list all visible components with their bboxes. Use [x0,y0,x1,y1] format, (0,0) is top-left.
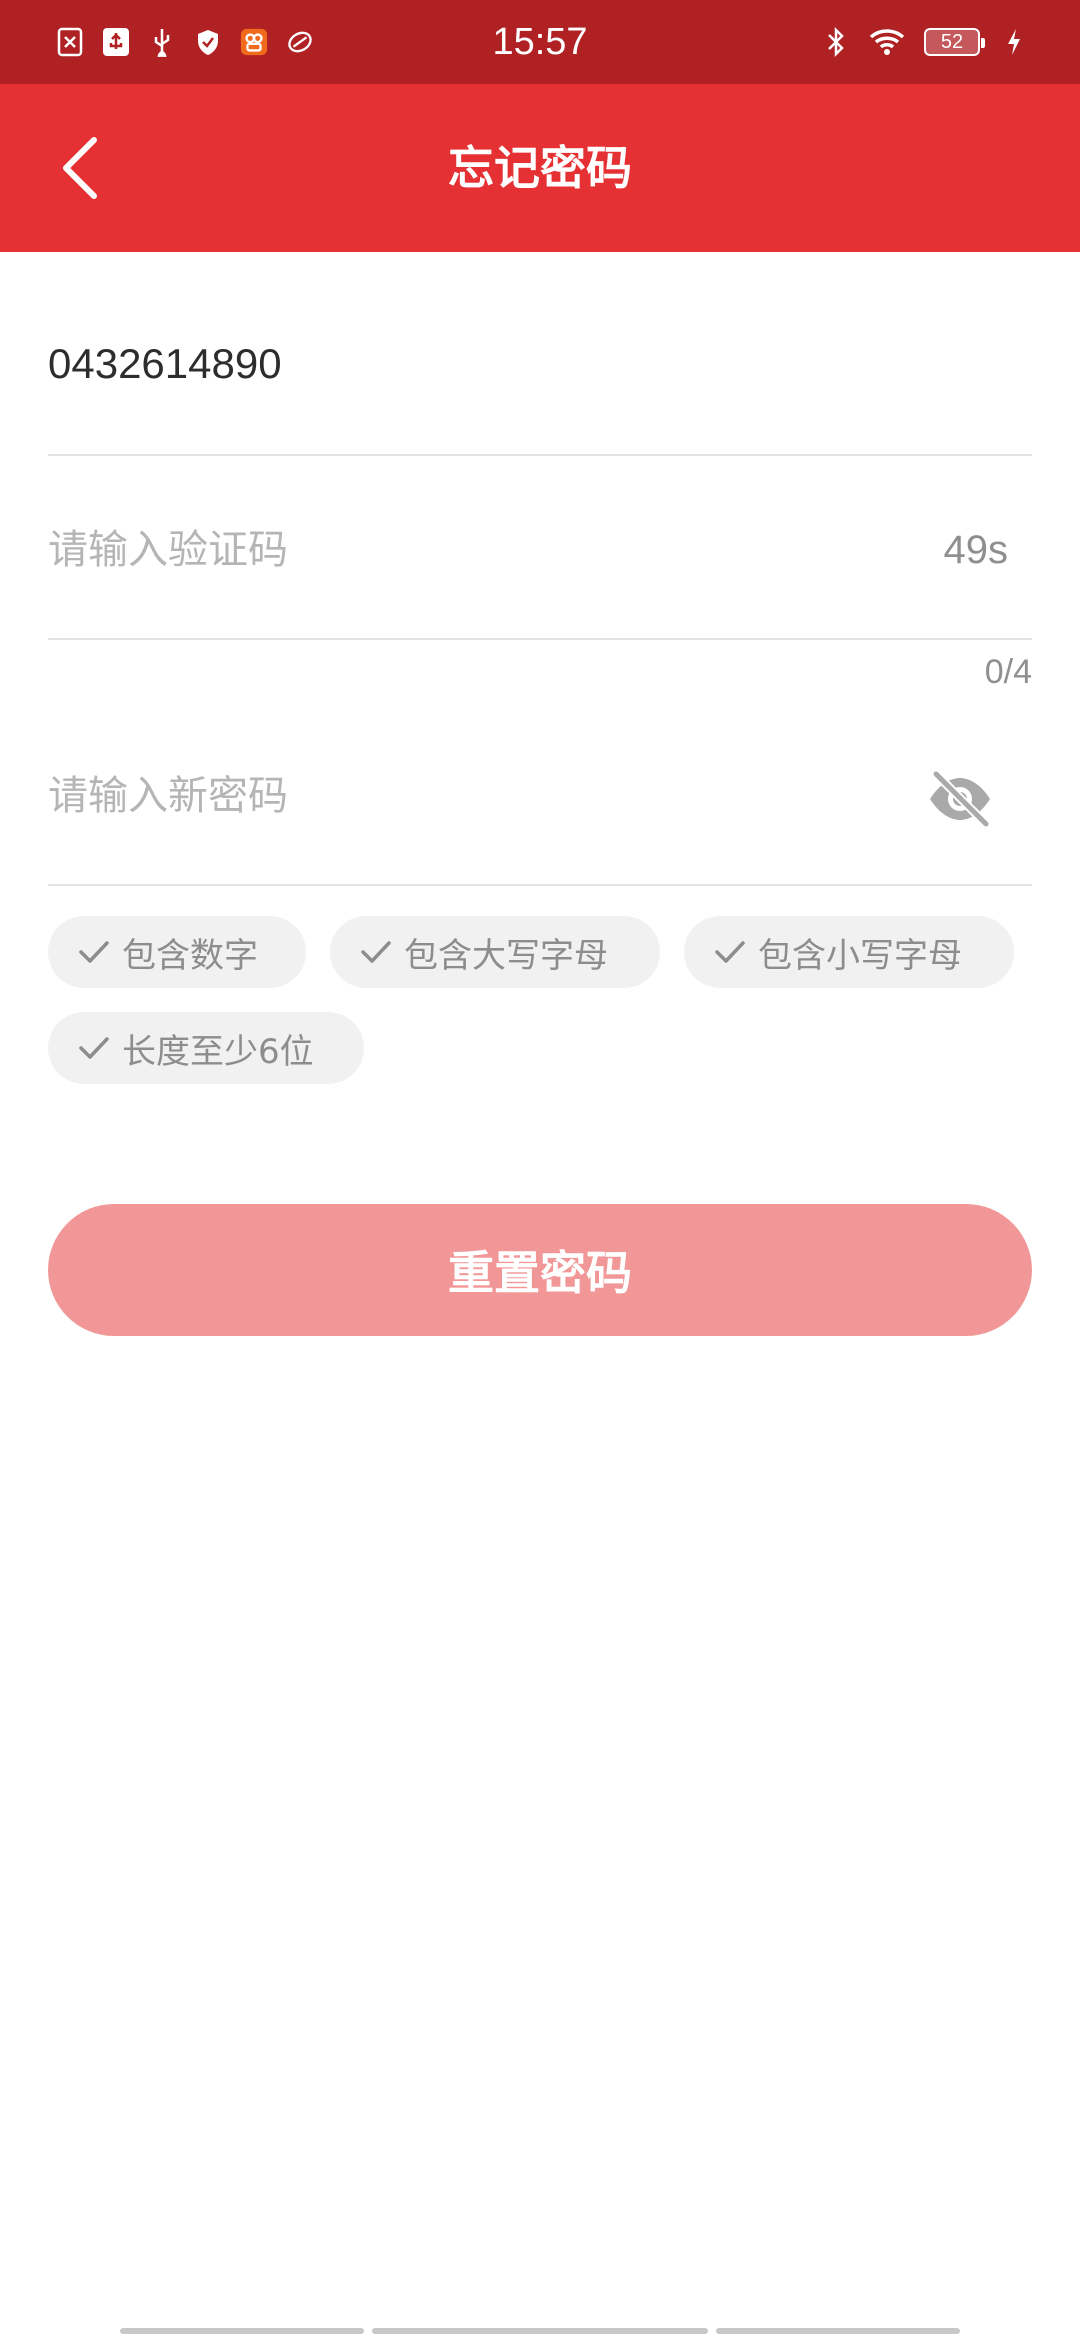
battery-icon: 52 [924,28,985,56]
requirement-chip-length: 长度至少6位 [48,1012,364,1084]
code-length-counter: 0/4 [984,653,1032,691]
check-icon [79,1037,109,1059]
new-password-field[interactable]: 请输入新密码 [48,724,1032,886]
requirement-label: 包含数字 [122,935,258,976]
requirement-chip-lowercase: 包含小写字母 [684,916,1014,988]
requirement-label: 包含小写字母 [758,935,962,976]
verification-code-placeholder: 请输入验证码 [48,527,288,573]
password-visibility-toggle[interactable] [924,766,996,832]
check-icon [715,941,745,963]
requirement-label: 包含大写字母 [404,935,608,976]
gesture-bar-center[interactable] [372,2328,708,2334]
bluetooth-icon [822,26,850,58]
status-bar: 15:57 52 [0,0,1080,84]
status-icons-right: 52 [822,22,1024,62]
eye-off-icon [930,770,991,828]
gesture-bar-right [716,2328,960,2334]
reset-password-button[interactable]: 重置密码 [48,1204,1032,1336]
check-icon [79,941,109,963]
verification-code-field[interactable]: 请输入验证码 49s [48,480,1032,640]
resend-countdown[interactable]: 49s [944,520,1009,580]
page-title: 忘记密码 [448,141,632,195]
new-password-placeholder: 请输入新密码 [48,773,288,819]
wifi-icon [868,26,906,58]
charging-icon [1004,26,1024,58]
requirement-chip-uppercase: 包含大写字母 [330,916,660,988]
phone-field[interactable]: 0432614890 [48,296,1032,456]
requirement-chip-digit: 包含数字 [48,916,306,988]
forgot-password-screen: 15:57 52 忘记密码 0432614890 请输入验证码 49s 0/4 [0,0,1080,2340]
gesture-bar-left [120,2328,364,2334]
requirement-label: 长度至少6位 [122,1031,314,1072]
check-icon [361,941,391,963]
phone-value: 0432614890 [48,340,282,387]
app-bar: 忘记密码 [0,84,1080,252]
